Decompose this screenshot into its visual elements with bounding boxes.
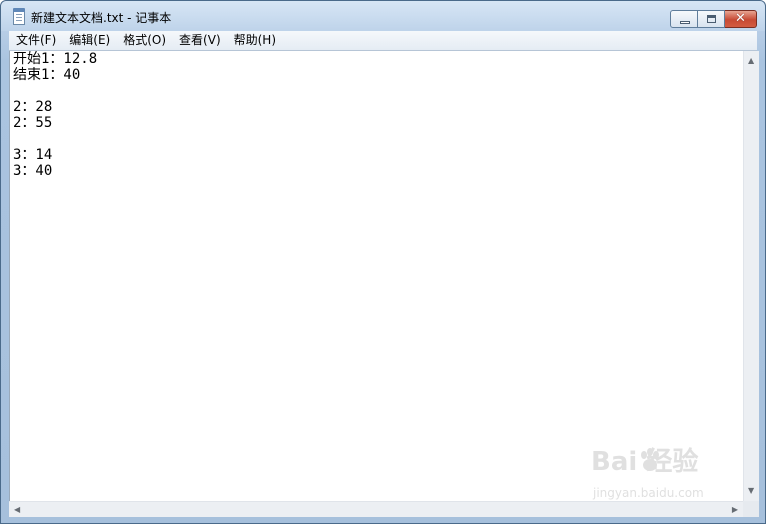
menu-format[interactable]: 格式(O) xyxy=(116,31,172,50)
text-editor[interactable]: 开始1：12.8 结束1：40 2：28 2：55 3：14 3：40 xyxy=(9,51,743,501)
caption-buttons: ✕ xyxy=(670,10,757,28)
scroll-down-icon[interactable]: ▼ xyxy=(748,487,754,495)
window-title: 新建文本文档.txt - 记事本 xyxy=(31,11,172,25)
text-line: 2：28 xyxy=(13,99,53,115)
scroll-up-icon[interactable]: ▲ xyxy=(748,57,754,65)
menu-file[interactable]: 文件(F) xyxy=(9,31,62,50)
text-line xyxy=(10,131,743,147)
maximize-icon xyxy=(707,15,716,23)
text-line: 结束1：40 xyxy=(13,67,81,83)
scroll-right-icon[interactable]: ▶ xyxy=(732,506,738,514)
menu-bar: 文件(F) 编辑(E) 格式(O) 查看(V) 帮助(H) xyxy=(9,31,757,51)
text-line: 3：40 xyxy=(13,163,53,179)
menu-view[interactable]: 查看(V) xyxy=(172,31,227,50)
minimize-icon xyxy=(680,21,690,24)
minimize-button[interactable] xyxy=(670,10,698,28)
vertical-scrollbar[interactable]: ▲ ▼ xyxy=(743,51,759,501)
text-line xyxy=(10,83,743,99)
text-line: 3：14 xyxy=(13,147,53,163)
title-bar[interactable]: 新建文本文档.txt - 记事本 ✕ xyxy=(1,1,765,31)
close-button[interactable]: ✕ xyxy=(725,10,757,28)
scroll-left-icon[interactable]: ◀ xyxy=(14,506,20,514)
close-icon: ✕ xyxy=(735,11,746,26)
size-grip[interactable] xyxy=(743,501,759,517)
notepad-icon[interactable] xyxy=(13,8,25,25)
notepad-window: 新建文本文档.txt - 记事本 ✕ 文件(F) 编辑(E) 格式(O) 查看(… xyxy=(0,0,766,524)
text-line: 开始1：12.8 xyxy=(13,51,98,67)
text-line: 2：55 xyxy=(13,115,53,131)
menu-edit[interactable]: 编辑(E) xyxy=(62,31,116,50)
horizontal-scrollbar[interactable]: ◀ ▶ xyxy=(9,501,743,517)
maximize-button[interactable] xyxy=(698,10,725,28)
menu-help[interactable]: 帮助(H) xyxy=(227,31,282,50)
